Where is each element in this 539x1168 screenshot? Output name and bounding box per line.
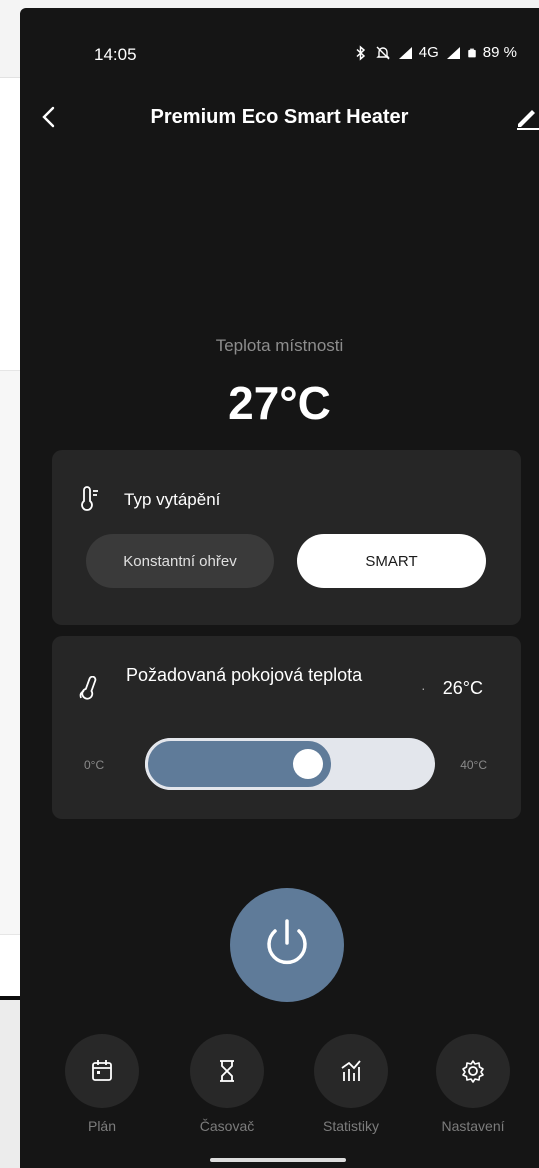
nav-label-settings: Nastavení xyxy=(441,1118,505,1134)
pencil-icon[interactable] xyxy=(515,104,539,130)
smart-heating-button[interactable]: SMART xyxy=(297,534,486,588)
target-temperature-title: Požadovaná pokojová teplota xyxy=(126,665,363,685)
status-time: 14:05 xyxy=(94,45,137,64)
top-navigation: Premium Eco Smart Heater xyxy=(20,98,539,138)
signal-icon xyxy=(398,46,412,59)
slider-min-label: 0°C xyxy=(84,758,105,772)
nav-item-statistics[interactable]: Statistiky xyxy=(296,1034,406,1134)
battery-icon xyxy=(468,48,476,57)
status-icons: 4G 89 % xyxy=(353,44,517,61)
nav-item-settings[interactable]: Nastavení xyxy=(418,1034,528,1134)
target-temperature-card: Požadovaná pokojová teplota · 26°C 0°C 4… xyxy=(52,636,521,819)
network-type: 4G xyxy=(418,44,439,61)
chart-icon xyxy=(341,1060,361,1081)
nav-label-timer: Časovač xyxy=(199,1118,255,1134)
slider-max-label: 40°C xyxy=(460,758,487,772)
slider-thumb[interactable] xyxy=(293,749,323,779)
status-bar: 14:05 4G 89 % xyxy=(20,8,539,64)
nav-item-timer[interactable]: Časovač xyxy=(172,1034,282,1134)
heating-type-card: Typ vytápění Konstantní ohřev SMART xyxy=(52,450,521,625)
hourglass-icon xyxy=(220,1060,234,1082)
thermometer-icon xyxy=(81,486,98,511)
heating-type-title: Typ vytápění xyxy=(124,490,221,509)
phone-screen: 14:05 4G 89 % Premium Eco Smart Heater T… xyxy=(20,8,539,1168)
target-temperature-value: 26°C xyxy=(442,678,483,698)
battery-level: 89 % xyxy=(482,44,517,61)
temperature-slider[interactable] xyxy=(145,738,435,790)
gesture-bar[interactable] xyxy=(210,1158,346,1162)
room-temperature-label: Teplota místnosti xyxy=(215,336,344,355)
nav-item-plan-circle xyxy=(65,1034,139,1108)
constant-heating-button[interactable]: Konstantní ohřev xyxy=(86,534,274,588)
room-temperature-value: 27°C xyxy=(228,377,331,429)
muted-bell-icon xyxy=(376,46,390,59)
gear-icon xyxy=(462,1060,484,1083)
nav-item-statistics-circle xyxy=(314,1034,388,1108)
bottom-navigation: Plán Časovač Statistiky Nastavení xyxy=(20,1034,539,1144)
nav-label-statistics: Statistiky xyxy=(322,1118,379,1134)
bluetooth-icon xyxy=(356,44,365,61)
signal-icon-secondary xyxy=(446,46,460,59)
calendar-icon xyxy=(92,1060,112,1081)
screen: 14:05 4G 89 % Premium Eco Smart Heater T… xyxy=(0,0,539,1168)
nav-item-settings-circle xyxy=(436,1034,510,1108)
nav-item-plan[interactable]: Plán xyxy=(47,1034,157,1134)
page-title: Premium Eco Smart Heater xyxy=(150,106,409,128)
thermometer-leaf-icon xyxy=(79,676,97,700)
nav-label-plan: Plán xyxy=(87,1118,117,1134)
power-button[interactable] xyxy=(230,888,344,1002)
nav-item-timer-circle xyxy=(190,1034,264,1108)
power-icon xyxy=(267,919,307,965)
value-separator: · xyxy=(421,680,426,696)
